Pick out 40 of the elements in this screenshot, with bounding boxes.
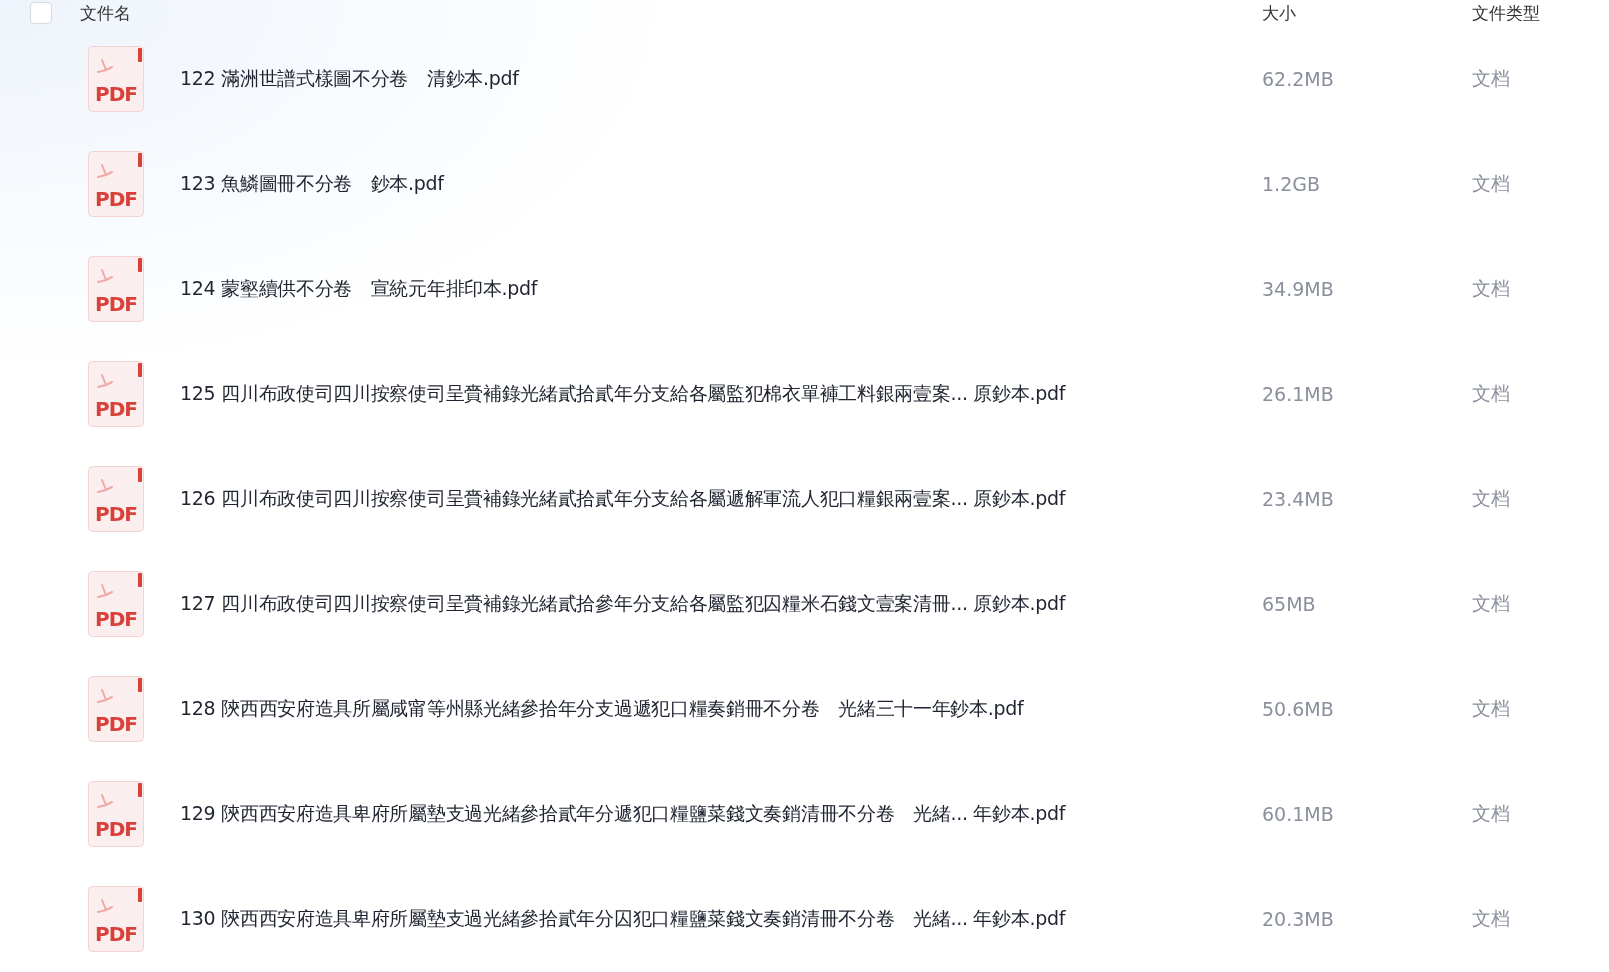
- file-name[interactable]: 122 滿洲世譜式樣圖不分卷 清鈔本.pdf: [180, 65, 1262, 92]
- pdf-file-icon: PDF: [88, 150, 144, 217]
- file-name[interactable]: 128 陝西西安府造具所屬咸甯等州縣光緒參拾年分支過遞犯口糧奏銷冊不分卷 光緒三十一年鈔本.pdf: [180, 695, 1262, 722]
- pdf-file-icon: PDF: [88, 570, 144, 637]
- file-type: 文档: [1472, 800, 1511, 826]
- pdf-file-icon: PDF: [88, 885, 144, 952]
- file-type: 文档: [1472, 170, 1511, 196]
- file-size: 50.6MB: [1262, 697, 1335, 720]
- file-name[interactable]: 123 魚鱗圖冊不分卷 鈔本.pdf: [180, 170, 1262, 197]
- pdf-file-icon: PDF: [88, 360, 144, 427]
- pdf-file-icon: PDF: [88, 45, 144, 112]
- column-header: 文件名: [80, 1, 132, 25]
- file-name[interactable]: 125 四川布政使司四川按察使司呈賫補錄光緒貳拾貳年分支給各屬監犯棉衣單褲工料銀兩壹案... 原鈔本.pdf: [180, 380, 1262, 407]
- file-size: 60.1MB: [1262, 802, 1335, 825]
- file-type: 文档: [1472, 485, 1511, 511]
- file-size: 26.1MB: [1262, 382, 1335, 405]
- file-type: 文档: [1472, 65, 1511, 91]
- file-name[interactable]: 129 陝西西安府造具卑府所屬墊支過光緒參拾貳年分遞犯口糧鹽菜錢文奏銷清冊不分卷 光緒... 年鈔本.pdf: [180, 800, 1262, 827]
- file-type: 文档: [1472, 695, 1511, 721]
- file-size: 23.4MB: [1262, 487, 1335, 510]
- file-size: 34.9MB: [1262, 277, 1335, 300]
- pdf-file-icon: PDF: [88, 780, 144, 847]
- pdf-file-icon: PDF: [88, 255, 144, 322]
- file-type: 文档: [1472, 380, 1511, 406]
- pdf-file-icon: PDF: [88, 675, 144, 742]
- file-name[interactable]: 130 陝西西安府造具卑府所屬墊支過光緒參拾貳年分囚犯口糧鹽菜錢文奏銷清冊不分卷 光緒... 年鈔本.pdf: [180, 905, 1262, 932]
- file-size: 20.3MB: [1262, 907, 1335, 930]
- file-name[interactable]: 124 蒙壑續供不分卷 宣統元年排印本.pdf: [180, 275, 1262, 302]
- file-type: 文档: [1472, 275, 1511, 301]
- column-header: 文件类型: [1472, 1, 1541, 25]
- column-header: 大小: [1262, 1, 1297, 25]
- file-type: 文档: [1472, 590, 1511, 616]
- file-name[interactable]: 126 四川布政使司四川按察使司呈賫補錄光緒貳拾貳年分支給各屬遞解軍流人犯口糧銀兩壹案... 原鈔本.pdf: [180, 485, 1262, 512]
- file-type: 文档: [1472, 905, 1511, 931]
- file-size: 65MB: [1262, 592, 1317, 615]
- select-all-checkbox[interactable]: [30, 2, 52, 24]
- pdf-file-icon: PDF: [88, 465, 144, 532]
- file-name[interactable]: 127 四川布政使司四川按察使司呈賫補錄光緒貳拾參年分支給各屬監犯囚糧米石錢文壹案清冊... 原鈔本.pdf: [180, 590, 1262, 617]
- file-size: 1.2GB: [1262, 172, 1321, 195]
- file-size: 62.2MB: [1262, 67, 1335, 90]
